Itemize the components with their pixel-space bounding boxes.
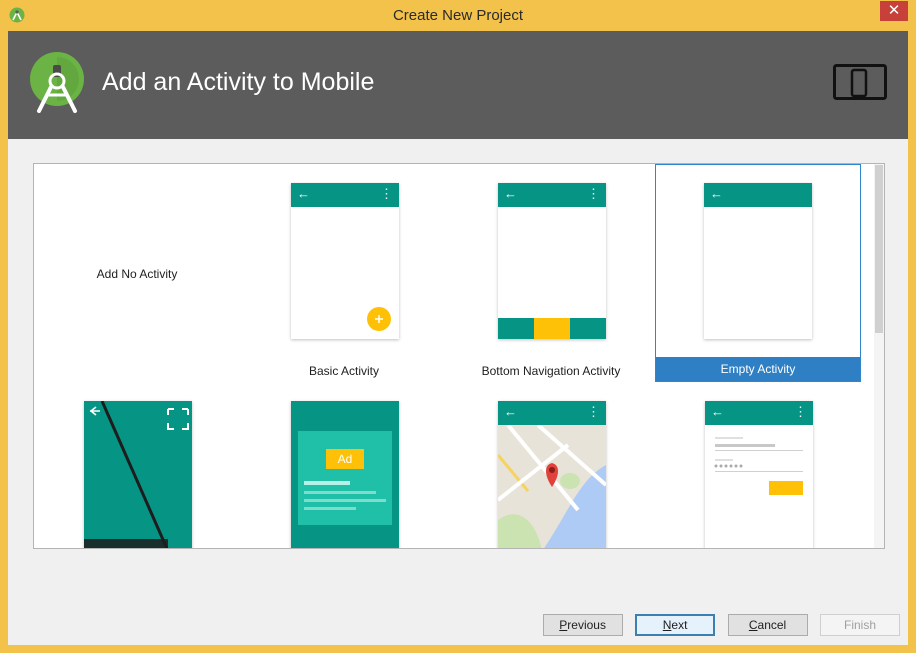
activity-tile-maps-activity[interactable]: ← ⋮	[448, 382, 654, 548]
activity-tile-fullscreen-activity[interactable]	[34, 382, 240, 548]
thumbnail-app-bar: ← ⋮	[705, 401, 813, 425]
activity-gallery: Add No Activity ← ⋮ Basic Activity ← ⋮ B…	[33, 163, 885, 549]
previous-button[interactable]: Previous	[542, 614, 623, 636]
admob-thumbnail: Ad	[291, 401, 399, 548]
fullscreen-thumbnail	[84, 401, 192, 548]
fullscreen-device-illustration	[84, 401, 189, 548]
previous-label: revious	[567, 618, 606, 632]
activity-tile-add-no-activity[interactable]: Add No Activity	[34, 164, 240, 382]
back-arrow-icon: ←	[710, 186, 723, 201]
selected-nav-item	[534, 318, 570, 339]
empty-activity-thumbnail: ←	[704, 183, 812, 339]
gallery-scrollbar[interactable]	[874, 164, 884, 548]
thumbnail-app-bar: ← ⋮	[291, 183, 399, 207]
next-label: ext	[671, 618, 688, 632]
dialog-content: Add an Activity to Mobile Add No Activit…	[8, 31, 908, 645]
activity-tile-admob-activity[interactable]: Ad	[241, 382, 447, 548]
login-thumbnail: ← ⋮	[705, 401, 813, 548]
ad-card: Ad	[298, 431, 392, 525]
overflow-menu-icon: ⋮	[587, 404, 600, 419]
close-button[interactable]: ✕	[880, 1, 908, 21]
bottom-navigation-bar	[498, 318, 606, 339]
next-button[interactable]: Next	[635, 614, 716, 636]
thumbnail-app-bar: ← ⋮	[498, 401, 606, 425]
maps-thumbnail: ← ⋮	[498, 401, 606, 548]
ad-text-line	[304, 491, 376, 494]
thumbnail-app-bar: ←	[704, 183, 812, 207]
back-arrow-icon: ←	[504, 186, 517, 201]
overflow-menu-icon: ⋮	[794, 404, 807, 419]
bottom-navigation-thumbnail: ← ⋮	[498, 183, 606, 339]
back-arrow-icon: ←	[297, 186, 310, 201]
activity-tile-label: Basic Activity	[308, 364, 380, 378]
map-illustration	[498, 425, 606, 548]
ad-text-line	[304, 499, 386, 502]
thumbnail-app-bar: ← ⋮	[498, 183, 606, 207]
login-form-illustration	[714, 437, 803, 495]
activity-tile-basic-activity[interactable]: ← ⋮ Basic Activity	[241, 164, 447, 382]
cancel-mnemonic: C	[748, 618, 758, 632]
create-new-project-window: Create New Project ✕ Add an Activity to …	[0, 0, 916, 653]
activity-tile-bottom-navigation-activity[interactable]: ← ⋮ Bottom Navigation Activity	[448, 164, 654, 382]
back-arrow-icon: ←	[711, 404, 724, 419]
title-bar[interactable]: Create New Project ✕	[0, 0, 916, 31]
android-studio-icon	[30, 52, 84, 113]
ad-text-line	[304, 507, 356, 510]
ad-badge: Ad	[326, 449, 364, 469]
page-title: Add an Activity to Mobile	[102, 68, 375, 96]
basic-activity-thumbnail: ← ⋮	[291, 183, 399, 339]
phone-tablet-icon	[833, 64, 887, 100]
wizard-button-bar: Previous Next Cancel Finish	[535, 614, 900, 636]
window-title: Create New Project	[392, 7, 524, 24]
overflow-menu-icon: ⋮	[587, 186, 600, 201]
cancel-label: ancel	[757, 618, 787, 632]
fab-icon	[367, 307, 391, 331]
overflow-menu-icon: ⋮	[380, 186, 393, 201]
gallery-scrollbar-thumb[interactable]	[875, 165, 883, 333]
finish-button[interactable]: Finish	[820, 614, 900, 636]
back-arrow-icon: ←	[504, 404, 517, 419]
activity-tile-label: Add No Activity	[96, 267, 178, 281]
activity-tile-empty-activity[interactable]: ← Empty Activity	[655, 164, 861, 382]
cancel-button[interactable]: Cancel	[727, 614, 808, 636]
activity-tile-login-activity[interactable]: ← ⋮	[655, 382, 861, 548]
activity-tile-label: Bottom Navigation Activity	[481, 364, 621, 378]
ad-text-line	[304, 481, 350, 485]
header-banner: Add an Activity to Mobile	[8, 31, 908, 139]
activity-tile-label: Empty Activity	[656, 357, 860, 381]
